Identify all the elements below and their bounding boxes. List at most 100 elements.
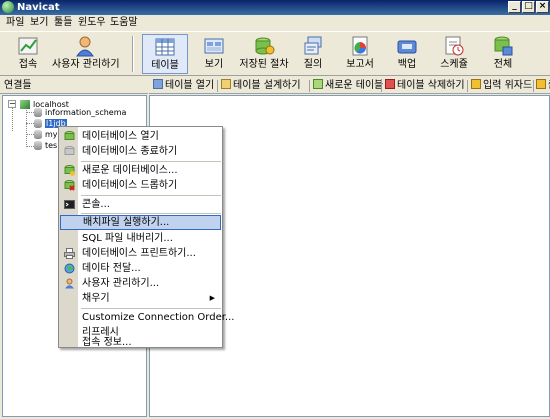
database-context-menu: 데이터베이스 열기 데이터베이스 종료하기 새로운 데이터베이스... 데이터베… [58, 126, 234, 350]
table-button[interactable]: 테이블 [142, 34, 188, 74]
query-label: 질의 [303, 59, 323, 70]
menu-view[interactable]: 보기 [28, 16, 50, 30]
open-table-button[interactable]: 테이블 열기 [153, 79, 214, 93]
tree-db-test[interactable]: tes [34, 140, 57, 151]
db-label: information_schema [45, 108, 127, 117]
menu-data-transfer[interactable]: 데이타 전달... [60, 261, 221, 276]
delete-table-icon [385, 79, 395, 89]
menu-print-database[interactable]: 데이터베이스 프린트하기... [60, 246, 221, 261]
menu-run-batch-file[interactable]: 배치파일 실행하기... [60, 215, 221, 230]
query-icon [302, 35, 324, 57]
connect-button[interactable]: 접속 [8, 34, 48, 74]
menu-connection-info[interactable]: 접속 정보... [60, 335, 221, 350]
menu-tools[interactable]: 툴들 [52, 16, 74, 30]
menu-label: SQL 파일 내버리기... [82, 233, 173, 244]
menu-bar: 파일 보기 툴들 윈도우 도움말 [0, 15, 550, 31]
menu-dump-sql-file[interactable]: SQL 파일 내버리기... [60, 231, 221, 246]
connections-header: 연결들 [0, 78, 148, 94]
all-button[interactable]: 전체 [486, 34, 520, 74]
close-database-icon [64, 146, 75, 157]
database-icon [34, 141, 42, 150]
database-icon [34, 119, 42, 128]
import-wizard-icon [471, 79, 481, 89]
main-toolbar: 접속 사용자 관리하기 테이블 보기 저장된 절차 질의 보고서 백업 스케쥴 … [0, 31, 550, 76]
menu-help[interactable]: 도움말 [108, 16, 140, 30]
schedule-button[interactable]: 스케쥴 [434, 34, 474, 74]
menu-manage-users[interactable]: 사용자 관리하기... [60, 276, 221, 291]
object-toolbar-separator [381, 80, 382, 92]
object-toolbar-separator [217, 80, 218, 92]
user-icon [64, 278, 75, 289]
query-button[interactable]: 질의 [296, 34, 330, 74]
backup-icon [396, 35, 418, 57]
user-icon [74, 35, 96, 57]
delete-table-button[interactable]: 테이블 삭제하기 [385, 79, 465, 93]
export-icon [536, 79, 546, 89]
user-manage-label: 사용자 관리하기 [52, 59, 120, 70]
minimize-button[interactable]: _ [508, 1, 521, 13]
menu-separator [81, 195, 221, 196]
menu-open-database[interactable]: 데이터베이스 열기 [60, 129, 221, 144]
view-icon [203, 35, 225, 57]
design-table-button[interactable]: 테이블 설계하기 [221, 79, 301, 93]
open-table-label: 테이블 열기 [165, 80, 215, 91]
close-button[interactable]: × [536, 1, 549, 13]
menu-label: 사용자 관리하기... [82, 278, 160, 289]
schedule-icon [443, 35, 465, 57]
maximize-button[interactable]: □ [522, 1, 535, 13]
import-wizard-label: 입력 위자드 [483, 80, 533, 91]
import-wizard-button[interactable]: 입력 위자드 [471, 79, 532, 93]
submenu-arrow-icon: ▶ [209, 294, 215, 302]
connect-label: 접속 [18, 59, 38, 70]
design-table-icon [221, 79, 231, 89]
tree-line [26, 134, 34, 135]
menu-label: 데이타 전달... [82, 263, 141, 274]
tree-line [12, 107, 13, 131]
backup-label: 백업 [397, 59, 417, 70]
menu-label: 데이터베이스 드롭하기 [82, 180, 178, 191]
view-label: 보기 [204, 59, 224, 70]
export-button[interactable]: 출 [536, 79, 550, 93]
tree-db-information-schema[interactable]: information_schema [34, 107, 126, 118]
collapse-toggle[interactable]: − [8, 100, 16, 108]
open-database-icon [64, 131, 75, 142]
schedule-label: 스케쥴 [440, 59, 468, 70]
all-objects-icon [492, 35, 514, 57]
report-icon [349, 35, 371, 57]
menu-label: 데이터베이스 프린트하기... [82, 248, 196, 259]
menu-console[interactable]: 콘솔... [60, 197, 221, 212]
object-toolbar: 테이블 열기 테이블 설계하기 새로운 테이블 테이블 삭제하기 입력 위자드 … [149, 78, 550, 94]
menu-label: 새로운 데이터베이스... [82, 165, 178, 176]
user-manage-button[interactable]: 사용자 관리하기 [52, 34, 120, 74]
stored-procedure-button[interactable]: 저장된 절차 [238, 34, 290, 74]
menu-label: 콘솔... [82, 199, 110, 210]
stored-procedure-icon [253, 35, 275, 57]
menu-drop-database[interactable]: 데이터베이스 드롭하기 [60, 178, 221, 193]
menu-customize-connection-order[interactable]: Customize Connection Order... [60, 310, 234, 325]
menu-new-database[interactable]: 새로운 데이터베이스... [60, 163, 221, 178]
menu-separator [81, 213, 221, 214]
report-button[interactable]: 보고서 [340, 34, 380, 74]
title-bar: Navicat _ □ × [0, 0, 550, 15]
menu-close-database[interactable]: 데이터베이스 종료하기 [60, 144, 221, 159]
new-table-icon [313, 79, 323, 89]
object-toolbar-separator [467, 80, 468, 92]
design-table-label: 테이블 설계하기 [233, 80, 301, 91]
menu-window[interactable]: 윈도우 [76, 16, 108, 30]
object-toolbar-separator [533, 80, 534, 92]
backup-button[interactable]: 백업 [390, 34, 424, 74]
navicat-app-icon [2, 1, 14, 13]
view-button[interactable]: 보기 [194, 34, 234, 74]
menu-file[interactable]: 파일 [4, 16, 26, 30]
host-icon [20, 100, 30, 109]
menu-fill-submenu[interactable]: 채우기 ▶ [60, 291, 221, 306]
db-label: tes [45, 141, 58, 150]
new-database-icon [64, 165, 75, 176]
drop-database-icon [64, 180, 75, 191]
console-icon [64, 199, 75, 210]
window-title: Navicat [17, 2, 60, 13]
database-icon [34, 130, 42, 139]
menu-label: 채우기 [82, 293, 110, 304]
menu-separator [81, 161, 221, 162]
new-table-button[interactable]: 새로운 테이블 [313, 79, 383, 93]
